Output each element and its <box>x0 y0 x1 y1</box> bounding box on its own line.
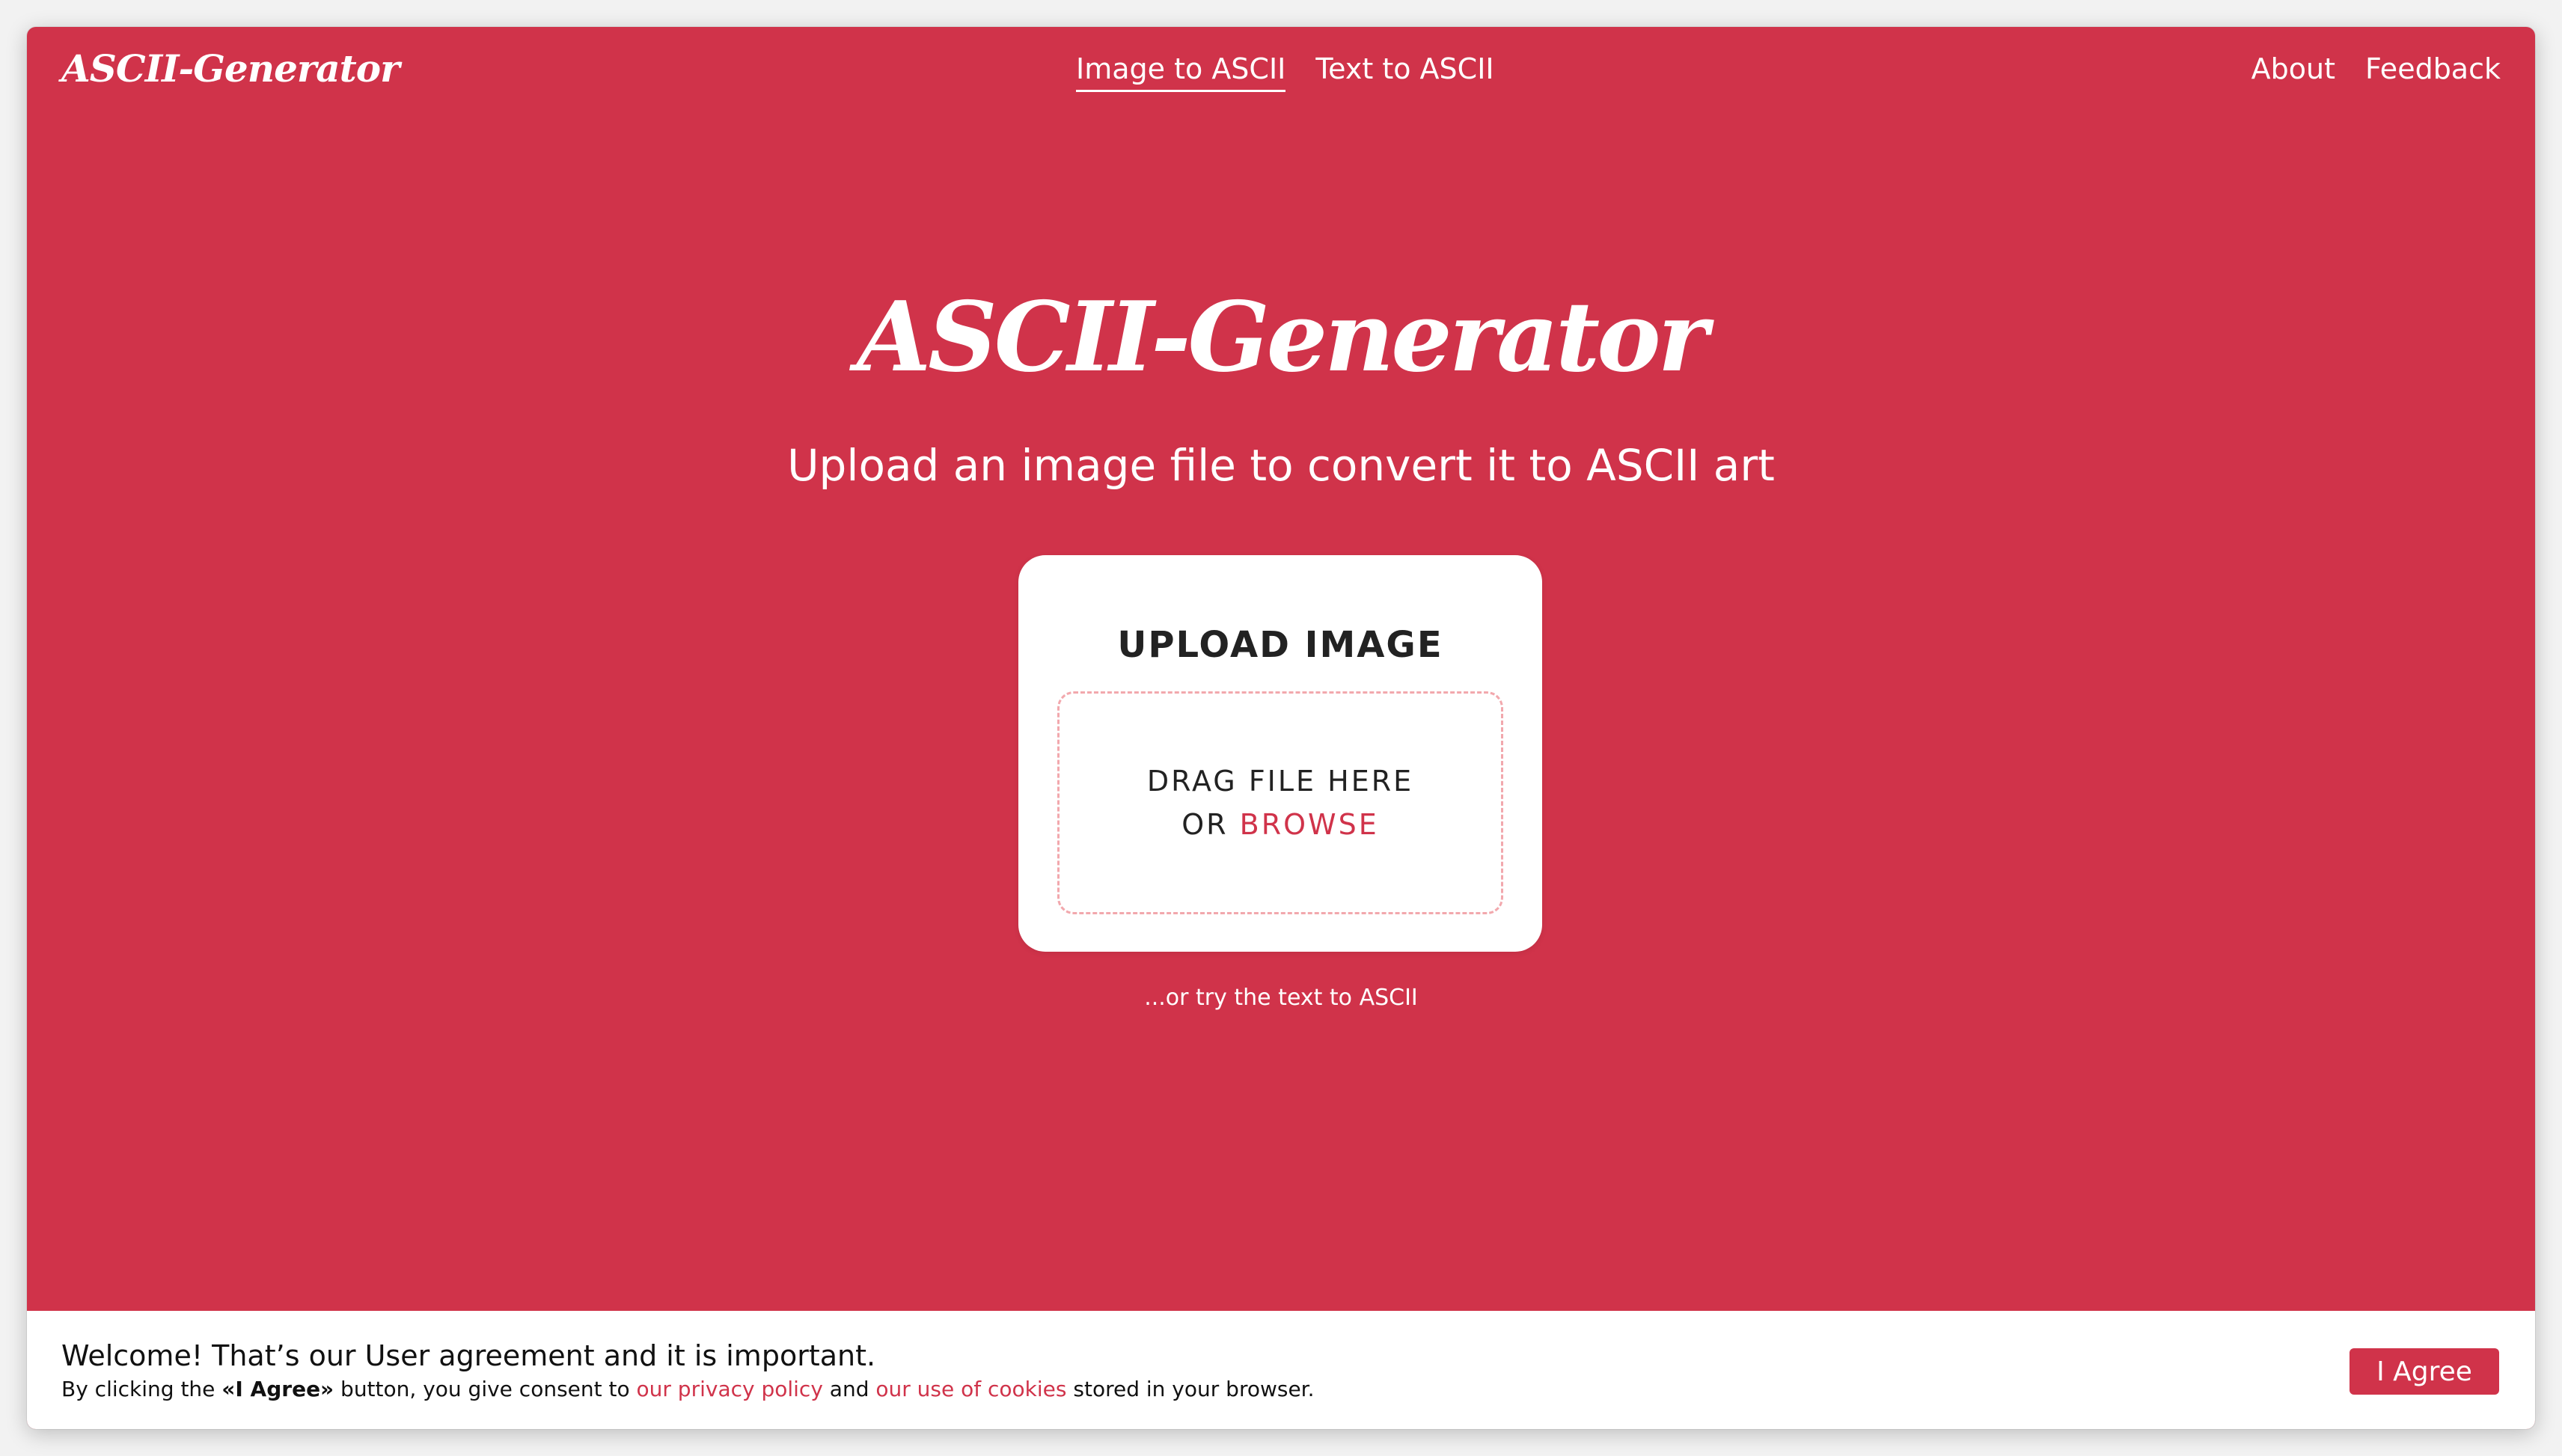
browse-link[interactable]: BROWSE <box>1240 808 1379 841</box>
privacy-policy-link[interactable]: our privacy policy <box>637 1377 823 1401</box>
or-browse-line: OR BROWSE <box>1181 803 1379 846</box>
consent-body: By clicking the «I Agree» button, you gi… <box>61 1377 1315 1401</box>
nav-text-to-ascii[interactable]: Text to ASCII <box>1315 52 1494 92</box>
top-navigation: ASCII-Generator Image to ASCII Text to A… <box>27 27 2535 117</box>
agree-button[interactable]: I Agree <box>2349 1348 2499 1395</box>
nav-about[interactable]: About <box>2251 52 2335 90</box>
text-to-ascii-link[interactable]: ...or try the text to ASCII <box>27 985 2535 1011</box>
site-logo[interactable]: ASCII-Generator <box>61 46 400 91</box>
consent-button-quote: «I Agree» <box>221 1377 334 1401</box>
browser-page: ASCII-Generator Image to ASCII Text to A… <box>27 27 2535 1429</box>
consent-title: Welcome! That’s our User agreement and i… <box>61 1339 876 1372</box>
cookies-link[interactable]: our use of cookies <box>875 1377 1066 1401</box>
or-text: OR <box>1181 808 1240 841</box>
consent-prefix: By clicking the <box>61 1377 222 1401</box>
consent-suffix: stored in your browser. <box>1066 1377 1315 1401</box>
consent-banner: Welcome! That’s our User agreement and i… <box>27 1311 2535 1429</box>
consent-middle: button, you give consent to <box>334 1377 637 1401</box>
file-dropzone[interactable]: DRAG FILE HERE OR BROWSE <box>1057 691 1503 914</box>
upload-card: UPLOAD IMAGE DRAG FILE HERE OR BROWSE <box>1018 555 1542 952</box>
upload-heading: UPLOAD IMAGE <box>1117 624 1443 666</box>
nav-right: About Feedback <box>2251 52 2501 90</box>
hero-title: ASCII-Generator <box>856 281 1708 394</box>
nav-feedback[interactable]: Feedback <box>2365 52 2501 90</box>
nav-image-to-ascii[interactable]: Image to ASCII <box>1076 52 1286 92</box>
consent-and: and <box>822 1377 876 1401</box>
nav-center: Image to ASCII Text to ASCII <box>1076 52 1494 92</box>
hero-subtitle: Upload an image file to convert it to AS… <box>787 440 1775 491</box>
drag-file-text: DRAG FILE HERE <box>1146 765 1414 798</box>
